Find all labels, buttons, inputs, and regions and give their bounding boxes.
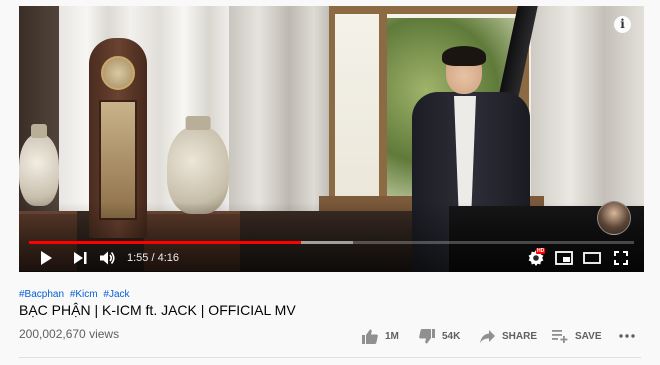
hashtag-link[interactable]: #Jack	[103, 289, 129, 300]
miniplayer-icon[interactable]	[552, 244, 576, 272]
like-button[interactable]: 1M	[362, 326, 399, 346]
thumbs-up-icon	[362, 329, 378, 344]
hashtag-link[interactable]: #Kicm	[70, 289, 98, 300]
volume-icon[interactable]	[97, 244, 119, 272]
settings-gear-icon[interactable]: HD	[524, 244, 548, 272]
hashtag-link[interactable]: #Bacphan	[19, 289, 64, 300]
time-current: 1:55	[127, 252, 149, 264]
time-separator: /	[148, 252, 158, 264]
video-title: BẠC PHẬN | K-ICM ft. JACK | OFFICIAL MV	[19, 302, 296, 318]
hd-badge: HD	[536, 248, 546, 254]
save-label: SAVE	[575, 330, 602, 342]
share-button[interactable]: SHARE	[480, 326, 537, 346]
save-button[interactable]: SAVE	[552, 326, 602, 346]
time-display: 1:55 / 4:16	[127, 244, 179, 272]
dislike-count: 54K	[442, 330, 461, 342]
view-count: 200,002,670 views	[19, 327, 120, 341]
playlist-add-icon	[552, 329, 568, 343]
like-count: 1M	[385, 330, 399, 342]
time-total: 4:16	[157, 252, 180, 264]
theater-mode-icon[interactable]	[580, 244, 604, 272]
divider	[19, 357, 641, 358]
info-icon[interactable]: i	[614, 16, 631, 33]
fullscreen-icon[interactable]	[609, 244, 633, 272]
player-controls: 1:55 / 4:16 HD	[19, 244, 644, 272]
hashtag-list: #Bacphan #Kicm #Jack	[19, 289, 133, 300]
play-icon[interactable]	[35, 244, 57, 272]
share-arrow-icon	[480, 329, 495, 343]
dislike-button[interactable]: 54K	[419, 326, 460, 346]
more-actions-button[interactable]	[619, 326, 635, 346]
video-player[interactable]: i 1:55 / 4:16 HD	[19, 6, 644, 272]
share-label: SHARE	[502, 330, 538, 342]
more-horizontal-icon	[619, 334, 635, 338]
next-icon[interactable]	[69, 244, 91, 272]
channel-watermark-avatar[interactable]	[597, 201, 631, 235]
thumbs-down-icon	[419, 328, 435, 343]
video-frame	[19, 6, 644, 272]
